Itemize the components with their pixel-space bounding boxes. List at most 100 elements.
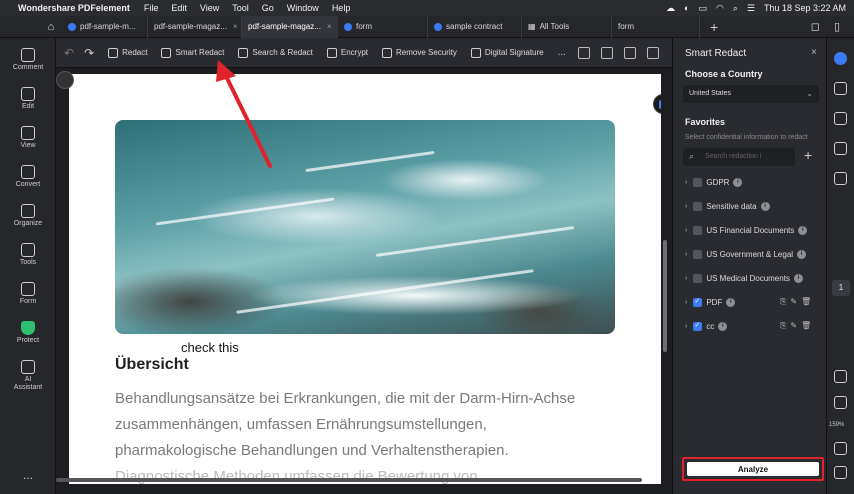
chevron-right-icon[interactable]: › [685, 179, 687, 186]
favorite-actions[interactable]: ⎘✎🗑 [780, 321, 815, 331]
undo-icon[interactable]: ↶ [64, 46, 74, 60]
chevron-right-icon[interactable]: › [685, 299, 687, 306]
checkbox[interactable] [693, 249, 703, 259]
info-icon[interactable]: i [718, 321, 728, 331]
sidebar-item-protect[interactable]: Protect [0, 321, 56, 345]
favorite-item-us-financial[interactable]: › US Financial Documents i [685, 223, 808, 237]
more-icon[interactable]: ... [0, 468, 56, 482]
ai-assistant-icon[interactable] [834, 52, 847, 65]
info-icon[interactable]: i [793, 273, 803, 283]
redaction-search-input[interactable]: ⌕ Search redaction i [683, 148, 795, 166]
add-favorite-button[interactable]: + [804, 147, 812, 163]
document-canvas[interactable]: check this Übersicht Behandlungsansätze … [56, 68, 672, 484]
redact-button[interactable]: Redact [108, 47, 147, 58]
zoom-level[interactable]: 159% [829, 422, 844, 428]
tab-document[interactable]: pdf-sample-m... [62, 15, 148, 38]
checkbox[interactable] [693, 177, 703, 187]
checkbox-checked[interactable] [693, 297, 703, 307]
favorite-item-gdpr[interactable]: › GDPR i [685, 175, 743, 189]
comment-list-icon[interactable] [834, 112, 847, 125]
favorite-item-pdf[interactable]: › PDFi [685, 295, 736, 309]
checkbox[interactable] [693, 225, 703, 235]
notification-icon[interactable]: ◻ [811, 20, 820, 33]
analyze-button[interactable]: Analyze [687, 462, 819, 476]
smart-redact-button[interactable]: Smart Redact [161, 47, 224, 58]
tab-all-tools[interactable]: ▦ All Tools [522, 15, 612, 38]
favorite-item-us-medical[interactable]: › US Medical Documents i [685, 271, 803, 285]
favorite-item-cc[interactable]: › cci [685, 319, 728, 333]
save-icon[interactable] [577, 46, 590, 59]
page-number[interactable]: 1 [832, 280, 850, 296]
app-name[interactable]: Wondershare PDFelement [18, 3, 130, 13]
cloud-icon[interactable]: ☁ [666, 3, 675, 14]
sidebar-item-ai-assistant[interactable]: AI Assistant [0, 360, 56, 392]
checkbox[interactable] [693, 273, 703, 283]
share-icon[interactable] [623, 46, 636, 59]
chevron-right-icon[interactable]: › [685, 275, 687, 282]
checkbox-checked[interactable] [693, 321, 703, 331]
digital-signature-button[interactable]: Digital Signature [470, 47, 544, 58]
close-icon[interactable]: × [327, 22, 332, 31]
ai-badge-icon[interactable] [653, 94, 661, 114]
zoom-in-icon[interactable] [834, 442, 847, 455]
tab-document[interactable]: form [338, 15, 428, 38]
chevron-right-icon[interactable]: › [685, 227, 687, 234]
favorite-item-sensitive-data[interactable]: › Sensitive data i [685, 199, 770, 213]
chevron-right-icon[interactable]: › [685, 323, 687, 330]
toolbar-more-icon[interactable]: ... [558, 47, 566, 58]
info-icon[interactable]: i [798, 225, 808, 235]
search-icon[interactable]: ⌕ [733, 3, 738, 14]
sidebar-item-organize[interactable]: Organize [0, 204, 56, 228]
menu-edit[interactable]: Edit [171, 3, 187, 13]
menu-window[interactable]: Window [287, 3, 319, 13]
search-panel-icon[interactable] [834, 172, 847, 185]
search-redact-button[interactable]: Search & Redact [238, 47, 313, 58]
fit-page-icon[interactable] [834, 396, 847, 409]
settings-float-icon[interactable] [56, 71, 74, 89]
thumbnails-icon[interactable] [834, 142, 847, 155]
menu-view[interactable]: View [200, 3, 219, 13]
remove-security-button[interactable]: Remove Security [382, 47, 457, 58]
battery-icon[interactable]: ▭ [698, 3, 707, 14]
sidebar-item-edit[interactable]: Edit [0, 87, 56, 111]
zoom-out-icon[interactable] [834, 466, 847, 479]
country-select[interactable]: United States ⌄ [683, 85, 819, 103]
tab-document-active[interactable]: pdf-sample-magaz... × [242, 15, 338, 38]
sidebar-item-form[interactable]: Form [0, 282, 56, 306]
tab-document[interactable]: sample contract [428, 15, 522, 38]
cloud-upload-icon[interactable] [646, 46, 659, 59]
checkbox[interactable] [693, 201, 703, 211]
redo-icon[interactable]: ↷ [84, 46, 94, 60]
tab-document[interactable]: form [612, 15, 700, 38]
sidebar-item-convert[interactable]: Convert [0, 165, 56, 189]
info-icon[interactable]: i [797, 249, 807, 259]
home-icon[interactable]: ⌂ [40, 21, 62, 33]
chevron-right-icon[interactable]: › [685, 251, 687, 258]
chevron-right-icon[interactable]: › [685, 203, 687, 210]
menu-file[interactable]: File [144, 3, 159, 13]
info-icon[interactable]: i [760, 201, 770, 211]
info-icon[interactable]: i [733, 177, 743, 187]
close-icon[interactable]: × [233, 22, 238, 31]
sidebar-item-comment[interactable]: Comment [0, 48, 56, 72]
vertical-scrollbar[interactable] [663, 240, 667, 352]
encrypt-button[interactable]: Encrypt [326, 47, 368, 58]
print-icon[interactable] [600, 46, 613, 59]
hand-icon[interactable] [834, 370, 847, 383]
sidebar-item-tools[interactable]: Tools [0, 243, 56, 267]
menu-go[interactable]: Go [262, 3, 274, 13]
new-tab-button[interactable]: + [710, 19, 718, 35]
favorite-actions[interactable]: ⎘✎🗑 [780, 297, 815, 307]
info-icon[interactable]: i [726, 297, 736, 307]
menu-help[interactable]: Help [332, 3, 351, 13]
wifi-icon[interactable]: ◠ [716, 3, 724, 14]
clock[interactable]: Thu 18 Sep 3:22 AM [764, 3, 846, 13]
pdf-page[interactable]: check this Übersicht Behandlungsansätze … [69, 74, 661, 484]
horizontal-scrollbar[interactable] [56, 478, 642, 482]
bookmark-icon[interactable]: ▯ [834, 20, 840, 33]
close-icon[interactable]: × [811, 47, 817, 58]
tab-document[interactable]: pdf-sample-magaz... × [148, 15, 242, 38]
control-center-icon[interactable]: ☰ [747, 3, 755, 14]
favorite-item-us-government[interactable]: › US Government & Legal i [685, 247, 807, 261]
sync-icon[interactable]: ◐ [684, 3, 689, 13]
